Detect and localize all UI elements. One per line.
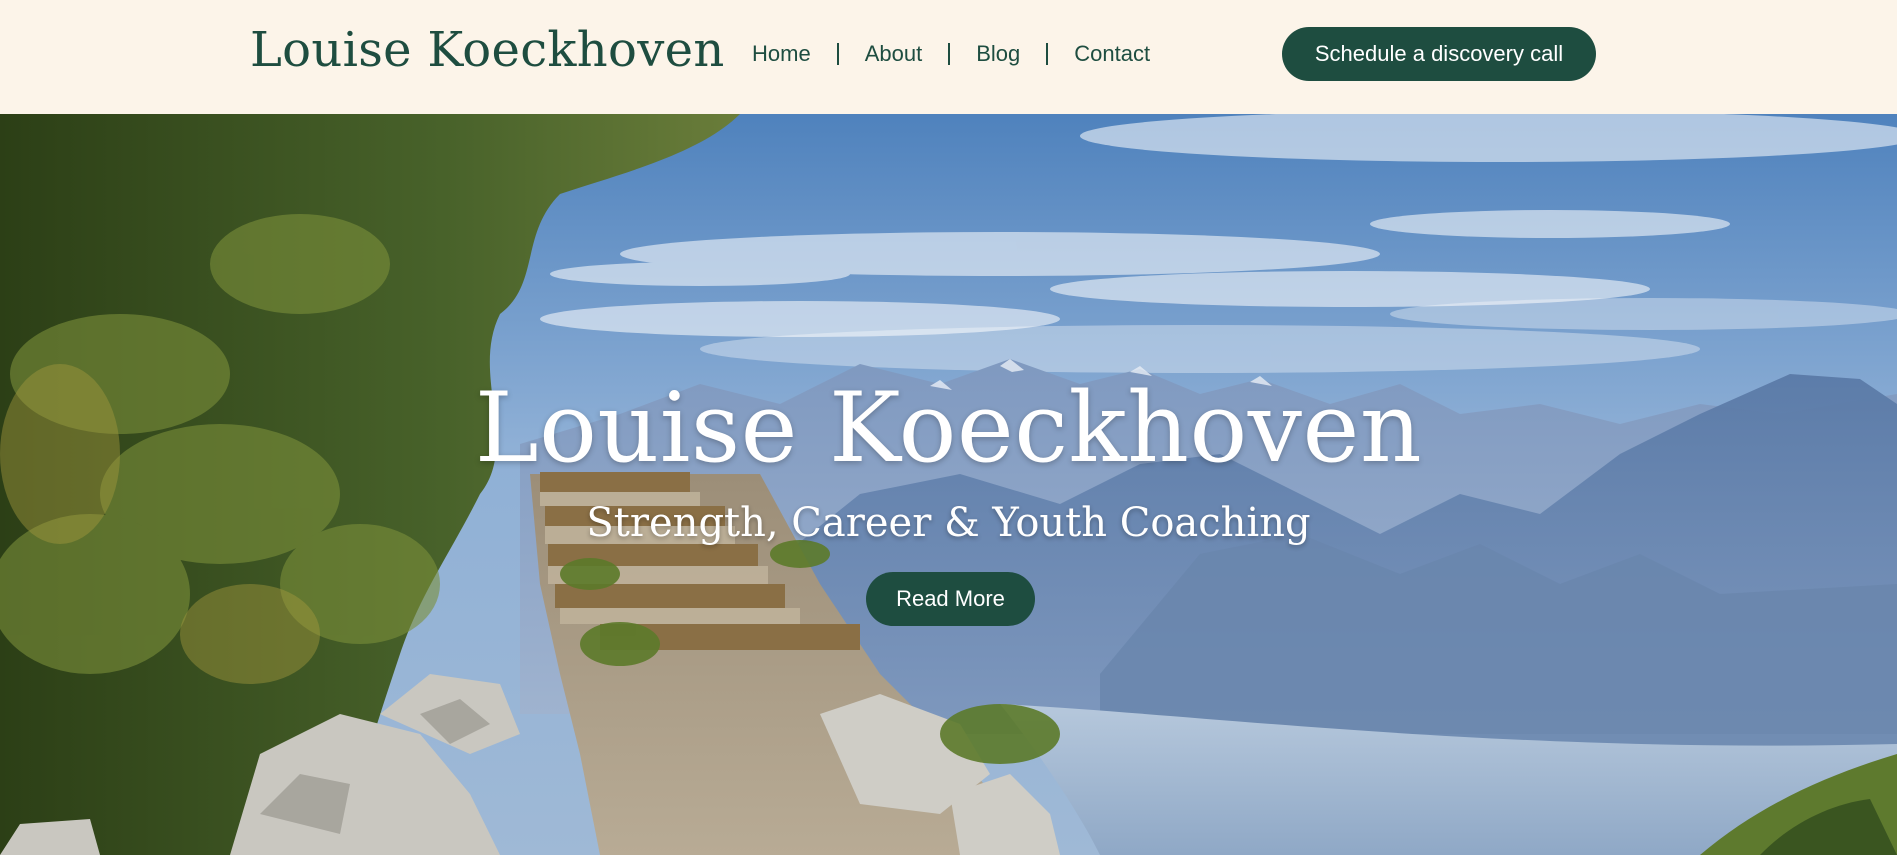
main-nav: Home About Blog Contact bbox=[752, 40, 1150, 68]
nav-link-contact[interactable]: Contact bbox=[1074, 40, 1150, 68]
nav-divider bbox=[1046, 43, 1049, 65]
hero-section: Louise Koeckhoven Strength, Career & You… bbox=[0, 114, 1897, 855]
nav-divider bbox=[836, 43, 839, 65]
nav-divider bbox=[948, 43, 951, 65]
schedule-call-button[interactable]: Schedule a discovery call bbox=[1282, 27, 1596, 81]
site-header: Louise Koeckhoven Home About Blog Contac… bbox=[0, 0, 1897, 114]
hero-subtitle: Strength, Career & Youth Coaching bbox=[586, 500, 1311, 546]
hero-title: Louise Koeckhoven bbox=[474, 372, 1423, 484]
read-more-button[interactable]: Read More bbox=[866, 572, 1035, 626]
hero-background-image bbox=[0, 114, 1897, 855]
nav-link-about[interactable]: About bbox=[865, 40, 923, 68]
nav-link-home[interactable]: Home bbox=[752, 40, 811, 68]
site-logo-text[interactable]: Louise Koeckhoven bbox=[250, 22, 725, 78]
nav-link-blog[interactable]: Blog bbox=[976, 40, 1020, 68]
